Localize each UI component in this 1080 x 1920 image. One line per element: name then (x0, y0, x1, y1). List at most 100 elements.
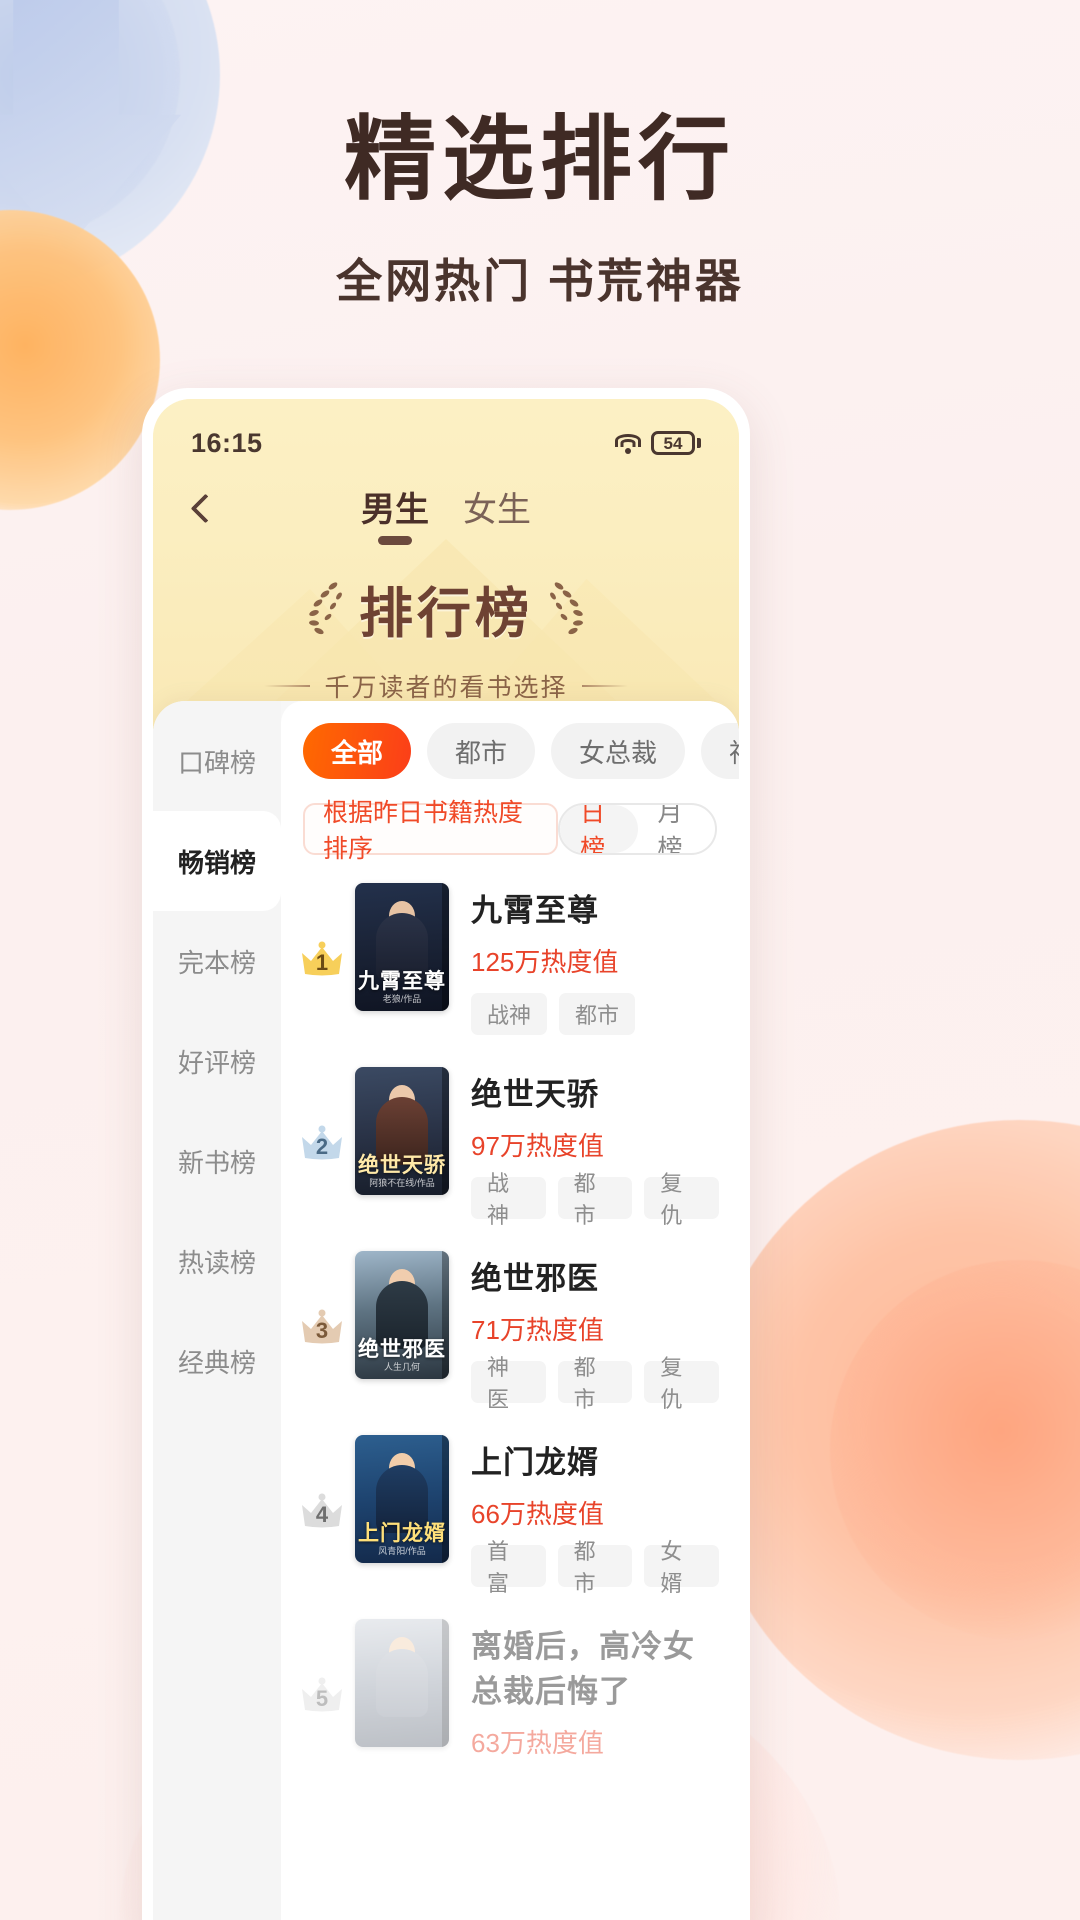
ranking-category-sidebar[interactable]: 口碑榜 畅销榜 完本榜 好评榜 新书榜 热读榜 经典榜 (153, 701, 281, 1920)
cover-author: 人生几何 (383, 1362, 420, 1372)
book-heat: 71万热度值 (471, 1315, 604, 1345)
book-tag-list: 战神 都市 复仇 (471, 1171, 720, 1228)
book-heat: 125万热度值 (471, 947, 619, 977)
rank-badge: 2 (293, 1067, 351, 1161)
battery-icon: 54 (651, 431, 701, 455)
book-tag: 首富 (471, 1539, 546, 1596)
book-cover[interactable]: 上门龙婿 风青阳/作品 (355, 1435, 449, 1563)
book-cover[interactable]: 九霄至尊 老狼/作品 (355, 883, 449, 1011)
table-row[interactable]: 5 离婚后，高冷女总裁后悔了 63万热度值 (281, 1601, 739, 1774)
crown-gold-icon: 1 (299, 941, 345, 977)
book-info: 离婚后，高冷女总裁后悔了 63万热度值 (449, 1619, 719, 1760)
book-heat: 66万热度值 (471, 1499, 604, 1529)
ranking-banner: 排行榜 千万读者的看书选择 (153, 569, 739, 704)
sidebar-item-jingdian[interactable]: 经典榜 (153, 1311, 281, 1411)
phone-mockup-frame: 16:15 54 男生 女生 排行榜 千万读者的看书选择 口碑榜 畅销榜 完本榜… (142, 388, 750, 1920)
banner-subtitle: 千万读者的看书选择 (324, 674, 568, 702)
laurel-right-icon (550, 581, 583, 634)
crown-gray-icon: 5 (299, 1677, 345, 1713)
book-tag: 都市 (557, 1171, 633, 1228)
book-cover[interactable] (355, 1619, 449, 1747)
status-time: 16:15 (191, 427, 263, 458)
rank-number: 2 (315, 1134, 329, 1159)
sidebar-item-xinshu[interactable]: 新书榜 (153, 1111, 281, 1211)
crown-silver-icon: 2 (299, 1125, 345, 1161)
rank-badge: 3 (293, 1251, 351, 1345)
book-rank-list: 1 九霄至尊 老狼/作品 九霄至尊 125万热度值 战神 都市 2 绝世天骄 阿… (281, 855, 739, 1774)
sidebar-item-haoping[interactable]: 好评榜 (153, 1011, 281, 1111)
chip-all[interactable]: 全部 (303, 723, 412, 779)
wifi-icon (614, 433, 641, 454)
book-tag: 神医 (471, 1355, 546, 1412)
cover-title: 绝世天骄 (358, 1154, 446, 1177)
book-tag: 复仇 (644, 1171, 720, 1228)
chip-shenyi[interactable]: 神医 (701, 723, 739, 779)
battery-level-label: 54 (663, 433, 683, 453)
rank-badge: 4 (293, 1435, 351, 1529)
filter-row: 根据昨日书籍热度排序 日榜 月榜 (281, 779, 739, 863)
book-tag-list: 战神 都市 (471, 993, 719, 1035)
book-tag: 都市 (557, 1355, 633, 1412)
table-row[interactable]: 1 九霄至尊 老狼/作品 九霄至尊 125万热度值 战神 都市 (281, 865, 739, 1049)
gender-tabs: 男生 女生 (153, 482, 739, 537)
book-info: 九霄至尊 125万热度值 战神 都市 (449, 883, 719, 1035)
cover-title: 上门龙婿 (358, 1522, 446, 1545)
chip-nvzongcai[interactable]: 女总裁 (551, 723, 686, 779)
tab-male[interactable]: 男生 (361, 482, 429, 537)
ranking-list-panel: 全部 都市 女总裁 神医 赘 根据昨日书籍热度排序 日榜 月榜 (281, 701, 739, 1920)
book-title: 离婚后，高冷女总裁后悔了 (471, 1629, 695, 1709)
cover-author: 风青阳/作品 (378, 1546, 426, 1556)
table-row[interactable]: 4 上门龙婿 风青阳/作品 上门龙婿 66万热度值 首富 都市 女婿 (281, 1417, 739, 1601)
nav-bar: 男生 女生 (153, 477, 739, 541)
cover-author: 阿狼不在线/作品 (369, 1178, 435, 1188)
book-info: 绝世天骄 97万热度值 战神 都市 复仇 (449, 1067, 720, 1228)
rank-badge: 1 (293, 883, 351, 977)
sort-note-badge: 根据昨日书籍热度排序 (303, 799, 559, 863)
sidebar-item-redu[interactable]: 热读榜 (153, 1211, 281, 1311)
rank-badge: 5 (293, 1619, 351, 1713)
book-tag: 都市 (557, 1539, 633, 1596)
period-daily[interactable]: 日榜 (560, 805, 638, 853)
book-heat: 63万热度值 (471, 1728, 604, 1758)
banner-title: 排行榜 (359, 584, 533, 644)
table-row[interactable]: 2 绝世天骄 阿狼不在线/作品 绝世天骄 97万热度值 战神 都市 复仇 (281, 1049, 739, 1233)
rank-number: 5 (315, 1686, 329, 1711)
book-tag: 都市 (559, 993, 636, 1035)
book-heat: 97万热度值 (471, 1131, 604, 1161)
book-tag: 复仇 (644, 1355, 720, 1412)
book-info: 绝世邪医 71万热度值 神医 都市 复仇 (449, 1251, 720, 1412)
ranking-content-sheet: 口碑榜 畅销榜 完本榜 好评榜 新书榜 热读榜 经典榜 全部 都市 女总裁 神医… (153, 701, 739, 1920)
page-subtitle: 全网热门 书荒神器 (336, 254, 744, 307)
sidebar-item-koubei[interactable]: 口碑榜 (153, 711, 281, 811)
sidebar-item-changxiao[interactable]: 畅销榜 (153, 811, 281, 911)
laurel-left-icon (309, 581, 342, 634)
rank-number: 4 (315, 1502, 329, 1527)
tab-female[interactable]: 女生 (463, 482, 531, 537)
book-title: 绝世天骄 (471, 1077, 599, 1112)
crown-gray-icon: 4 (299, 1493, 345, 1529)
table-row[interactable]: 3 绝世邪医 人生几何 绝世邪医 71万热度值 神医 都市 复仇 (281, 1233, 739, 1417)
cover-title: 九霄至尊 (358, 970, 446, 993)
status-bar: 16:15 54 (153, 421, 739, 465)
promo-heading-block: 精选排行 全网热门 书荒神器 (0, 112, 1080, 311)
cover-title: 绝世邪医 (358, 1338, 446, 1361)
page-title: 精选排行 (343, 109, 736, 211)
period-toggle[interactable]: 日榜 月榜 (558, 803, 717, 855)
category-chip-row[interactable]: 全部 都市 女总裁 神医 赘 (281, 701, 739, 779)
book-cover[interactable]: 绝世天骄 阿狼不在线/作品 (355, 1067, 449, 1195)
book-tag: 女婿 (644, 1539, 720, 1596)
book-title: 上门龙婿 (471, 1445, 599, 1480)
chip-dushi[interactable]: 都市 (427, 723, 536, 779)
phone-screen: 16:15 54 男生 女生 排行榜 千万读者的看书选择 口碑榜 畅销榜 完本榜… (153, 399, 739, 1920)
rank-number: 1 (315, 950, 329, 975)
crown-bronze-icon: 3 (299, 1309, 345, 1345)
book-tag-list: 首富 都市 女婿 (471, 1539, 720, 1596)
book-tag: 战神 (471, 1171, 546, 1228)
period-monthly[interactable]: 月榜 (638, 805, 715, 853)
book-cover[interactable]: 绝世邪医 人生几何 (355, 1251, 449, 1379)
book-title: 绝世邪医 (471, 1261, 599, 1296)
sidebar-item-wanben[interactable]: 完本榜 (153, 911, 281, 1011)
status-indicators: 54 (614, 431, 701, 455)
banner-subtitle-row: 千万读者的看书选择 (153, 668, 739, 704)
book-tag: 战神 (471, 993, 548, 1035)
